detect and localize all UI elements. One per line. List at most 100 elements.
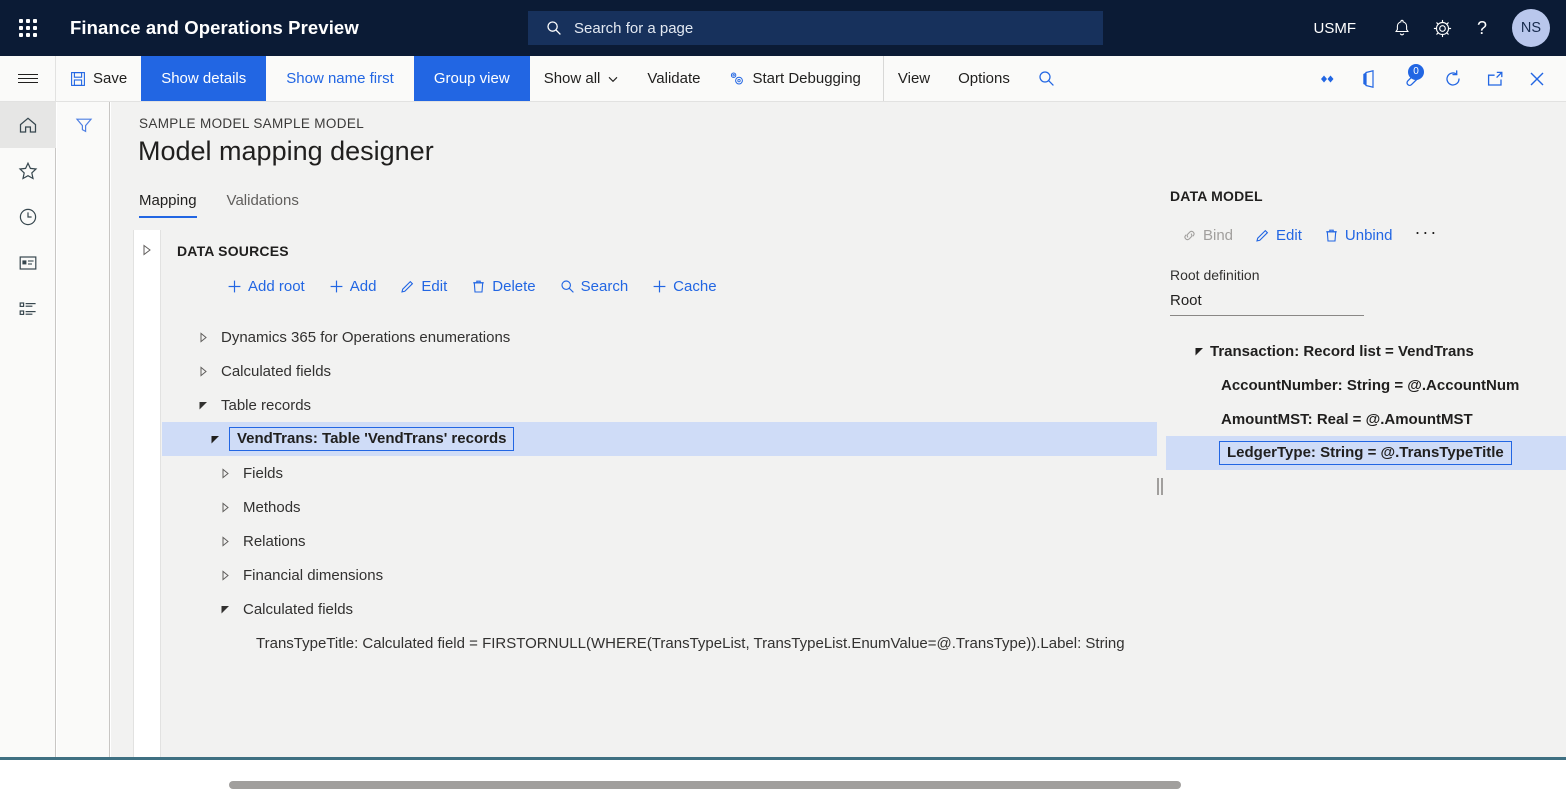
tree-item[interactable]: Financial dimensions [162,558,1157,592]
company-selector[interactable]: USMF [1314,20,1357,37]
show-name-first-button[interactable]: Show name first [266,56,414,101]
save-button[interactable]: Save [56,56,141,101]
app-launcher-icon[interactable] [0,0,56,56]
tree-item-label: Fields [235,465,283,482]
collapse-triangle-icon[interactable] [215,604,235,615]
bind-label: Bind [1203,227,1233,244]
root-definition-value: Root [1170,292,1202,309]
model-tree-item-label: AccountNumber: String = @.AccountNum [1221,377,1519,394]
sidebar-item-favorites[interactable] [0,148,56,194]
show-all-dropdown[interactable]: Show all [530,56,634,101]
top-navigation-bar: Finance and Operations Preview Search fo… [0,0,1566,56]
tree-item-label: Relations [235,533,306,550]
tree-item[interactable]: Methods [162,490,1157,524]
data-model-heading: DATA MODEL [1170,188,1263,204]
add-button[interactable]: Add [329,278,377,295]
show-details-button[interactable]: Show details [141,56,266,101]
command-search-icon[interactable] [1024,56,1069,101]
filter-funnel-icon[interactable] [57,102,110,148]
sidebar-item-recent[interactable] [0,194,56,240]
chevron-down-icon [607,73,619,85]
sidebar-item-home[interactable] [0,102,56,148]
gear-icon[interactable] [1422,8,1462,48]
pane-splitter-handle[interactable] [1154,476,1166,496]
tree-item[interactable]: Calculated fields [162,592,1157,626]
start-debugging-label: Start Debugging [752,70,860,87]
expand-triangle-icon[interactable] [193,366,213,377]
avatar[interactable]: NS [1512,9,1550,47]
tree-item[interactable]: Fields [162,456,1157,490]
collapse-triangle-icon[interactable] [205,434,225,445]
page-title: Model mapping designer [138,136,434,167]
hamburger-menu-icon[interactable] [0,56,56,101]
tab-strip: Mapping Validations [139,192,299,218]
overflow-ellipsis-icon[interactable]: ··· [1414,222,1438,249]
expand-triangle-icon[interactable] [142,244,152,256]
search-button[interactable]: Search [560,278,629,295]
collapse-triangle-icon[interactable] [1188,346,1210,357]
command-bar: Save Show details Show name first Group … [0,56,1566,102]
refresh-icon[interactable] [1432,56,1474,102]
office-app-icon[interactable] [1348,56,1390,102]
expand-triangle-icon[interactable] [193,332,213,343]
options-menu[interactable]: Options [944,56,1024,101]
tab-mapping[interactable]: Mapping [139,192,197,218]
notification-bell-icon[interactable] [1382,8,1422,48]
root-definition-input[interactable]: Root [1170,286,1364,316]
model-tree-item[interactable]: AccountNumber: String = @.AccountNum [1166,368,1566,402]
expand-triangle-icon[interactable] [215,536,235,547]
add-root-button[interactable]: Add root [227,278,305,295]
trash-icon [471,279,486,294]
sidebar-item-modules[interactable] [0,286,56,332]
tree-item[interactable]: TransTypeTitle: Calculated field = FIRST… [162,626,1157,660]
model-tree-item[interactable]: Transaction: Record list = VendTrans [1166,334,1566,368]
view-menu[interactable]: View [883,56,944,101]
expand-triangle-icon[interactable] [215,468,235,479]
unbind-button[interactable]: Unbind [1324,227,1393,244]
list-icon [17,298,39,320]
main-content: SAMPLE MODEL SAMPLE MODEL Model mapping … [111,102,1566,758]
tree-item[interactable]: Relations [162,524,1157,558]
close-icon[interactable] [1516,56,1558,102]
data-sources-tree: Dynamics 365 for Operations enumerations… [162,320,1157,660]
model-tree-item-selected[interactable]: LedgerType: String = @.TransTypeTitle [1166,436,1566,470]
tree-item-label: TransTypeTitle: Calculated field = FIRST… [248,635,1125,652]
search-label: Search [581,278,629,295]
start-debugging-button[interactable]: Start Debugging [714,56,874,101]
unbind-label: Unbind [1345,227,1393,244]
attachment-icon[interactable]: 0 [1390,56,1432,102]
search-icon [546,20,562,36]
collapse-triangle-icon[interactable] [193,400,213,411]
tree-item-label: Table records [213,397,311,414]
edit-button[interactable]: Edit [400,278,447,295]
delete-button[interactable]: Delete [471,278,535,295]
left-navigation-rail [0,102,56,758]
tree-item[interactable]: Dynamics 365 for Operations enumerations [162,320,1157,354]
pencil-icon [400,279,415,294]
horizontal-scrollbar-thumb[interactable] [229,781,1181,789]
validate-button[interactable]: Validate [633,56,714,101]
tab-validations[interactable]: Validations [227,192,299,218]
search-icon [560,279,575,294]
help-question-icon[interactable]: ? [1462,8,1502,48]
expand-triangle-icon[interactable] [215,570,235,581]
cache-button[interactable]: Cache [652,278,716,295]
edit-label: Edit [1276,227,1302,244]
popout-icon[interactable] [1474,56,1516,102]
data-sources-heading: DATA SOURCES [177,243,289,259]
model-tree-item[interactable]: AmountMST: Real = @.AmountMST [1166,402,1566,436]
tree-item[interactable]: Table records [162,388,1157,422]
tree-item-selected[interactable]: VendTrans: Table 'VendTrans' records [162,422,1157,456]
sidebar-item-workspaces[interactable] [0,240,56,286]
global-search-box[interactable]: Search for a page [528,11,1103,45]
bind-button: Bind [1182,227,1233,244]
horizontal-scrollbar[interactable] [229,778,1214,792]
tree-item-label: Dynamics 365 for Operations enumerations [213,329,510,346]
expand-triangle-icon[interactable] [215,502,235,513]
group-view-button[interactable]: Group view [414,56,530,101]
dynamics-diamond-icon[interactable] [1306,56,1348,102]
edit-button[interactable]: Edit [1255,227,1302,244]
tree-item[interactable]: Calculated fields [162,354,1157,388]
star-icon [17,160,39,182]
tree-item-label: Calculated fields [213,363,331,380]
